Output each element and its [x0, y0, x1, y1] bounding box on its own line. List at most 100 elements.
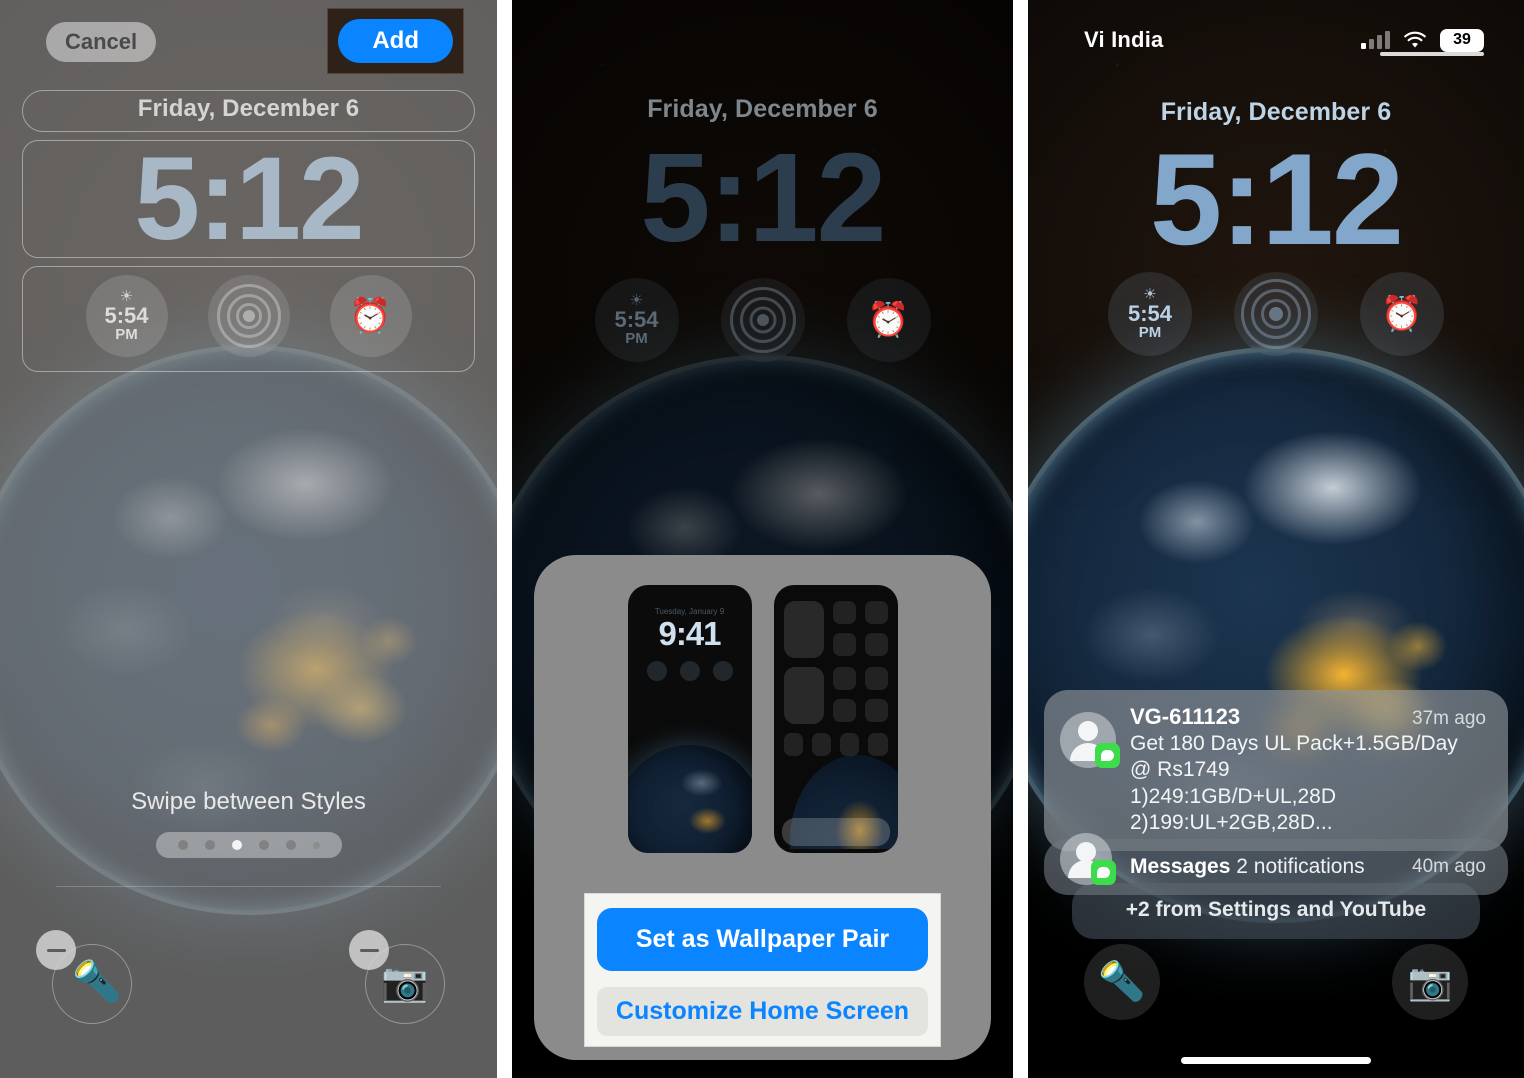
battery-indicator: 39	[1440, 28, 1484, 52]
widget-sunset-time: 5:54	[614, 307, 659, 333]
status-icons: 39	[1361, 28, 1484, 52]
lockscreen-widget-row: ☀ 5:54 PM ⏰	[512, 278, 1013, 362]
preview-app-icon	[832, 667, 856, 690]
preview-widget-large	[783, 601, 824, 658]
pager-dot[interactable]	[285, 840, 296, 850]
lockscreen-controls: 🔦 📷	[1028, 944, 1524, 1020]
widget-sunset-time: 5:54	[104, 303, 149, 329]
notification-count: 2 notifications	[1236, 854, 1365, 878]
alarm-clock-icon: ⏰	[349, 297, 392, 335]
style-pager[interactable]	[155, 832, 342, 858]
sunset-icon: ☀	[1143, 286, 1157, 304]
pager-dot[interactable]	[258, 840, 269, 850]
notification-body: Get 180 Days UL Pack+1.5GB/Day @ Rs1749 …	[1130, 731, 1486, 837]
pager-dot-active[interactable]	[231, 840, 242, 850]
alarm-clock-icon: ⏰	[1380, 295, 1424, 333]
widget-rings[interactable]	[1234, 272, 1318, 356]
lockscreen-widget-row: ☀ 5:54 PM ⏰	[1028, 272, 1524, 356]
lockscreen-widget-row: ☀ 5:54 PM ⏰	[0, 275, 497, 357]
sheet-buttons-highlight: Set as Wallpaper Pair Customize Home Scr…	[584, 893, 941, 1047]
notification-time: 37m ago	[1412, 708, 1486, 729]
flashlight-button[interactable]: 🔦	[1084, 944, 1160, 1020]
preview-app-icon	[868, 733, 888, 756]
add-button-highlight: Add	[327, 8, 464, 74]
notification-stack: VG-611123 37m ago Get 180 Days UL Pack+1…	[1044, 690, 1508, 939]
notification-app-name: Messages	[1130, 854, 1231, 878]
preview-widgets	[628, 661, 752, 681]
cancel-button[interactable]: Cancel	[46, 22, 157, 62]
panel-applied-lockscreen: Vi India 39 Friday, December 6 5:12 ☀ 5:…	[1028, 0, 1524, 1078]
lockscreen-clock: 5:12	[134, 133, 364, 265]
notification-item[interactable]: VG-611123 37m ago Get 180 Days UL Pack+1…	[1044, 690, 1508, 851]
pager-dot[interactable]	[312, 841, 320, 849]
preview-widget	[646, 661, 667, 681]
widget-sunset-meridiem: PM	[115, 326, 138, 344]
widget-sunset[interactable]: ☀ 5:54 PM	[594, 278, 679, 362]
camera-button[interactable]: 📷	[1392, 944, 1468, 1020]
widget-sunset[interactable]: ☀ 5:54 PM	[1108, 272, 1192, 356]
rings-icon	[1234, 272, 1318, 356]
pager-dot[interactable]	[204, 840, 215, 850]
widget-sunset-time: 5:54	[1127, 301, 1173, 327]
preview-earth	[627, 745, 752, 853]
customize-home-screen-button[interactable]: Customize Home Screen	[597, 987, 928, 1036]
preview-app-icon	[840, 733, 860, 756]
widget-sunset[interactable]: ☀ 5:54 PM	[85, 275, 168, 357]
remove-camera-badge[interactable]	[349, 930, 389, 970]
sunset-icon: ☀	[119, 288, 134, 306]
widget-rings[interactable]	[207, 275, 290, 357]
divider	[56, 886, 441, 887]
home-screen-preview[interactable]	[773, 585, 898, 853]
widget-sunset-meridiem: PM	[625, 330, 648, 348]
preview-app-icon	[864, 699, 888, 722]
preview-widget-large	[783, 667, 824, 724]
panel-divider	[497, 0, 512, 1078]
editor-top-bar: Cancel Add	[0, 0, 497, 78]
widget-rings[interactable]	[720, 278, 805, 362]
notification-body-line: @ Rs1749	[1130, 758, 1230, 782]
carrier-label: Vi India	[1084, 27, 1164, 52]
preview-app-grid	[783, 601, 888, 756]
swipe-hint-label: Swipe between Styles	[131, 788, 366, 815]
lockscreen-date: Friday, December 6	[647, 95, 878, 123]
notification-group-item[interactable]: Messages 2 notifications 40m ago	[1044, 832, 1508, 895]
lock-screen-preview[interactable]: Tuesday, January 9 9:41	[627, 585, 752, 853]
home-indicator[interactable]	[1181, 1057, 1371, 1064]
messages-app-badge-icon	[1095, 743, 1120, 768]
camera-icon: 📷	[1407, 961, 1453, 1002]
avatar	[1060, 712, 1120, 768]
sunset-icon: ☀	[629, 292, 644, 310]
rings-icon	[208, 275, 290, 357]
preview-app-icon	[864, 667, 888, 690]
preview-app-icon	[811, 733, 831, 756]
lockscreen-date: Friday, December 6	[1160, 98, 1392, 126]
preview-widget	[712, 661, 733, 681]
add-button[interactable]: Add	[338, 19, 453, 63]
widget-alarm[interactable]: ⏰	[329, 275, 412, 357]
panel-lockscreen-editor: Friday, December 6 5:12 ☀ 5:54 PM ⏰ Swip…	[0, 0, 497, 1078]
notification-body-line: 2)199:UL+2GB,28D...	[1130, 811, 1333, 835]
preview-app-icon	[832, 601, 856, 624]
camera-icon: 📷	[381, 962, 429, 1004]
preview-app-icon	[783, 733, 803, 756]
lockscreen-date: Friday, December 6	[137, 95, 360, 122]
widget-alarm[interactable]: ⏰	[846, 278, 931, 362]
widget-alarm[interactable]: ⏰	[1360, 272, 1444, 356]
pager-dot[interactable]	[177, 840, 188, 850]
set-as-wallpaper-pair-button[interactable]: Set as Wallpaper Pair	[597, 908, 928, 971]
flashlight-icon: 🔦	[72, 960, 122, 1004]
panel-divider	[1013, 0, 1028, 1078]
lockscreen-clock: 5:12	[1149, 126, 1404, 272]
notification-body-line: Get 180 Days UL Pack+1.5GB/Day	[1130, 732, 1458, 755]
preview-widget	[679, 661, 700, 681]
notification-header: VG-611123 37m ago	[1130, 704, 1486, 730]
preview-app-icon	[864, 633, 888, 656]
preview-app-icon	[832, 699, 856, 722]
cellular-bars-icon	[1361, 31, 1390, 49]
preview-lock-time: 9:41	[658, 615, 721, 652]
wallpaper-pair-sheet: Tuesday, January 9 9:41 Set as Wallpaper…	[534, 555, 991, 1060]
notification-title: VG-611123	[1130, 704, 1241, 729]
remove-flashlight-badge[interactable]	[36, 930, 76, 970]
notification-body-line: 1)249:1GB/D+UL,28D	[1130, 784, 1337, 808]
screenshot-root: Friday, December 6 5:12 ☀ 5:54 PM ⏰ Swip…	[0, 0, 1524, 1078]
